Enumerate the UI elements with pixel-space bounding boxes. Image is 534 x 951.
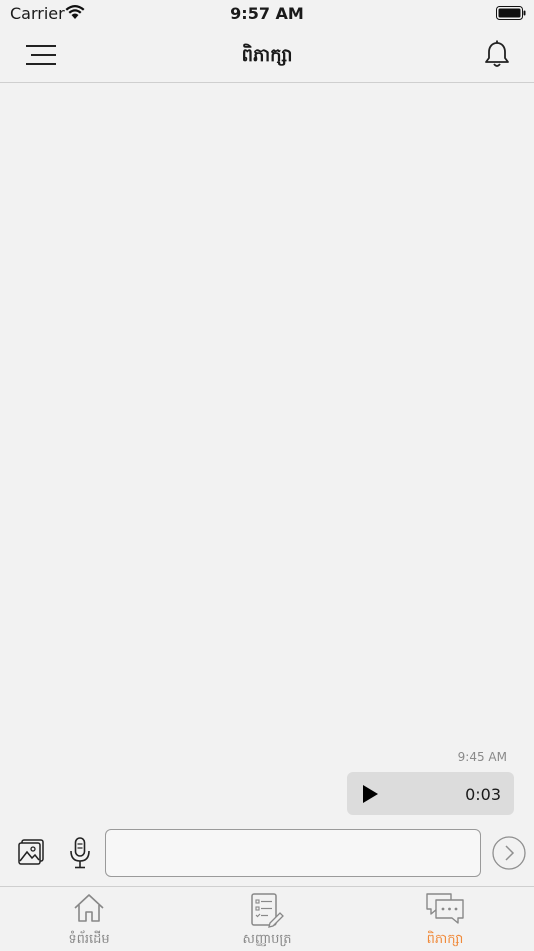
tab-label: ពិភាក្សា [426,932,464,947]
page-title: ពិភាក្សា [241,45,293,66]
message-input[interactable] [105,829,481,877]
certificate-icon [251,893,284,928]
home-icon [74,894,104,922]
chat-area[interactable]: 9:45 AM 0:03 [0,83,534,823]
tab-label: សញ្ញាបត្រ [242,932,292,947]
tab-label: ទំព័រដើម [68,932,110,947]
send-icon[interactable] [492,836,526,870]
image-icon[interactable] [18,839,44,865]
voice-message-bubble[interactable]: 0:03 [347,772,514,815]
nav-bar: ពិភាក្សា [0,28,534,83]
tab-chat[interactable]: ពិភាក្សា [356,887,534,951]
play-icon[interactable] [362,785,378,803]
tab-certificate[interactable]: សញ្ញាបត្រ [178,887,356,951]
bell-icon[interactable] [484,40,510,68]
tab-home[interactable]: ទំព័រដើម [0,887,178,951]
voice-duration: 0:03 [465,785,501,804]
status-bar: Carrier 9:57 AM [0,0,534,28]
tab-bar: ទំព័រដើម សញ្ញាបត្រ ពិភាក្សា [0,886,534,951]
chat-icon [426,893,464,924]
microphone-icon[interactable] [68,837,92,869]
input-bar [0,825,534,885]
battery-icon [496,6,526,20]
status-time: 9:57 AM [230,4,304,23]
message-timestamp: 9:45 AM [457,750,507,764]
